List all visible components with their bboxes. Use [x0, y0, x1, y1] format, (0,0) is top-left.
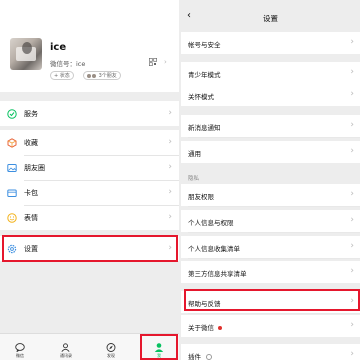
settings-item-label: 青少年模式	[188, 71, 221, 79]
settings-item-about[interactable]: 关于微信 ›	[181, 315, 360, 337]
status-tag[interactable]: + 状态	[50, 71, 74, 80]
settings-item-account-security[interactable]: 帐号与安全 ›	[181, 32, 360, 54]
menu-item-emoji[interactable]: 表情 ›	[0, 205, 179, 230]
moments-icon	[7, 164, 17, 172]
settings-item-label: 新消息通知	[188, 124, 221, 132]
menu-item-card-wallet[interactable]: 卡包 ›	[0, 180, 179, 205]
highlight-box	[140, 334, 178, 360]
friends-tag-label: 3个朋友	[98, 73, 117, 79]
settings-item-plugins[interactable]: 插件 ›	[181, 344, 360, 360]
settings-item-label: 通用	[188, 150, 201, 158]
tab-label: 发现	[107, 353, 115, 358]
menu-item-service[interactable]: 服务 ›	[0, 101, 179, 126]
settings-item-personal-info-permissions[interactable]: 个人信息与权限 ›	[181, 210, 360, 232]
highlight-box	[2, 235, 178, 262]
profile-name: ice	[50, 42, 67, 53]
chevron-right-icon: ›	[350, 320, 354, 330]
menu-item-label: 卡包	[24, 189, 38, 197]
chevron-right-icon: ›	[164, 58, 167, 66]
new-badge-dot	[218, 326, 222, 330]
chevron-right-icon: ›	[350, 189, 354, 199]
chevron-right-icon: ›	[350, 241, 354, 251]
menu-item-favorites[interactable]: 收藏 ›	[0, 130, 179, 155]
chevron-right-icon: ›	[350, 67, 354, 77]
compass-icon	[106, 343, 116, 352]
chevron-right-icon: ›	[350, 37, 354, 47]
chevron-right-icon: ›	[350, 120, 354, 130]
favorites-icon	[7, 138, 17, 148]
settings-item-label: 朋友权限	[188, 193, 214, 201]
menu-item-label: 服务	[24, 110, 38, 118]
settings-item-general[interactable]: 通用 ›	[181, 141, 360, 163]
settings-item-friend-permissions[interactable]: 朋友权限 ›	[181, 184, 360, 206]
chevron-right-icon: ›	[350, 146, 354, 156]
nav-bar: ‹ 设置	[181, 0, 360, 30]
settings-item-label: 第三方信息共享清单	[188, 270, 247, 278]
emoji-icon	[7, 213, 17, 223]
tab-contacts[interactable]: 通讯录	[54, 336, 78, 360]
settings-item-label: 插件	[188, 351, 212, 360]
chevron-right-icon: ›	[350, 266, 354, 276]
chevron-right-icon: ›	[168, 137, 172, 147]
menu-item-label: 朋友圈	[24, 164, 45, 172]
highlight-box	[184, 289, 360, 311]
settings-item-label: 个人信息与权限	[188, 219, 234, 227]
menu-item-label: 收藏	[24, 139, 38, 147]
menu-item-moments[interactable]: 朋友圈 ›	[0, 155, 179, 180]
tab-chats[interactable]: 微信	[8, 336, 32, 360]
card-wallet-icon	[7, 189, 17, 197]
avatar[interactable]	[10, 38, 42, 70]
friend-avatar-icon	[87, 73, 91, 78]
plugins-label: 插件	[188, 353, 201, 360]
chevron-right-icon: ›	[168, 108, 172, 118]
contacts-icon	[61, 343, 70, 352]
settings-page: ‹ 设置 帐号与安全 › 青少年模式 › 关怀模式 › 新消息通知 › 通用 ›…	[181, 0, 360, 360]
wechat-id: 微信号：ice	[50, 60, 86, 68]
about-label: 关于微信	[188, 324, 214, 332]
menu-item-label: 表情	[24, 214, 38, 222]
chevron-right-icon: ›	[350, 215, 354, 225]
profile-card[interactable]: ice 微信号：ice › + 状态 3个朋友	[0, 0, 179, 92]
service-group: 服务 ›	[0, 101, 179, 126]
chevron-right-icon: ›	[168, 187, 172, 197]
service-icon	[7, 109, 17, 119]
me-page: ice 微信号：ice › + 状态 3个朋友 服务 › 收藏 › 朋友圈 › …	[0, 0, 179, 360]
settings-item-care-mode[interactable]: 关怀模式 ›	[181, 84, 360, 106]
settings-item-teen-mode[interactable]: 青少年模式 ›	[181, 62, 360, 84]
settings-item-label: 帐号与安全	[188, 41, 221, 49]
tab-label: 微信	[16, 353, 24, 358]
settings-item-label: 关于微信	[188, 322, 222, 332]
chat-bubble-icon	[15, 343, 25, 352]
plugin-icon	[206, 354, 212, 360]
qr-code-icon[interactable]	[149, 58, 157, 66]
screenshot-root: ice 微信号：ice › + 状态 3个朋友 服务 › 收藏 › 朋友圈 › …	[0, 0, 360, 360]
friends-tag[interactable]: 3个朋友	[83, 71, 121, 80]
settings-item-third-party-sharing[interactable]: 第三方信息共享清单 ›	[181, 261, 360, 283]
chevron-right-icon: ›	[350, 89, 354, 99]
settings-item-notifications[interactable]: 新消息通知 ›	[181, 115, 360, 137]
chevron-right-icon: ›	[168, 212, 172, 222]
tab-discover[interactable]: 发现	[99, 336, 123, 360]
features-group: 收藏 › 朋友圈 › 卡包 › 表情 ›	[0, 130, 179, 230]
settings-item-personal-info-collection[interactable]: 个人信息收集清单 ›	[181, 236, 360, 258]
section-header-privacy: 隐私	[188, 176, 200, 182]
chevron-right-icon: ›	[168, 162, 172, 172]
tab-label: 通讯录	[60, 353, 72, 358]
friend-avatar-icon	[92, 73, 96, 78]
chevron-right-icon: ›	[350, 349, 354, 359]
page-title: 设置	[263, 14, 278, 23]
settings-item-label: 关怀模式	[188, 93, 214, 101]
settings-item-label: 个人信息收集清单	[188, 245, 240, 253]
